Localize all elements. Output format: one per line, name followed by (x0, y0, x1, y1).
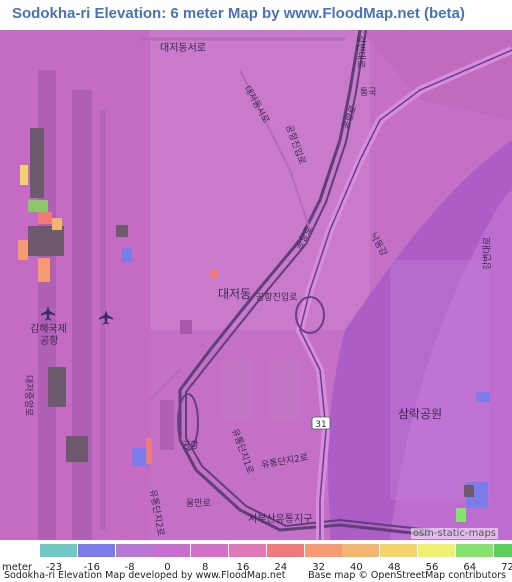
park-label: 삼락공원 (398, 407, 442, 421)
elevation-block (132, 448, 148, 466)
elevation-block (66, 436, 88, 462)
elevation-block (18, 240, 28, 260)
airport-label: 공항 (182, 440, 199, 451)
street-label: 울만로 (186, 498, 211, 509)
elevation-block (122, 248, 132, 262)
bridge-label: 통국 (360, 87, 377, 98)
building (270, 360, 300, 420)
legend-swatch (40, 544, 77, 557)
elevation-block (456, 508, 466, 522)
building (222, 360, 252, 420)
airport-label: 김해국제 (30, 322, 67, 335)
legend-swatch (304, 544, 342, 557)
elevation-block (52, 218, 62, 230)
elevation-block (38, 258, 50, 282)
route-number: 31 (315, 420, 326, 430)
elevation-block (146, 438, 152, 464)
legend-swatch (153, 544, 191, 557)
elevation-map[interactable]: 31 대저동서로 대저동서로 공항진입로 강변대로 통국 공항로 김해국제 공항… (0, 30, 512, 540)
map-canvas[interactable]: 31 대저동서로 대저동서로 공항진입로 강변대로 통국 공항로 김해국제 공항… (0, 30, 512, 540)
street-label: 대저중앙로 (23, 375, 35, 416)
map-attribution: osm-static-maps (410, 528, 498, 539)
runway-right (72, 90, 92, 540)
title-bar: Sodokha-ri Elevation: 6 meter Map by www… (0, 0, 512, 30)
elevation-block (28, 200, 48, 212)
legend-swatch (493, 544, 512, 557)
street-label: 강변대로 (355, 35, 366, 68)
legend-swatch (342, 544, 380, 557)
building (180, 320, 192, 334)
elevation-block (38, 212, 52, 224)
legend-swatch (266, 544, 304, 557)
elevation-block (476, 392, 490, 402)
legend-swatch (229, 544, 266, 557)
elevation-block (28, 226, 64, 256)
elevation-block (48, 367, 66, 407)
farmland-area (150, 30, 370, 330)
district-label: 서부산유통지구 (248, 513, 312, 525)
elevation-block (30, 128, 44, 198)
street-label: 공항진입로 (256, 291, 297, 303)
park-area (390, 260, 490, 500)
airport-label: 공항 (40, 335, 58, 347)
building (160, 400, 174, 450)
footer-attribution: Base map © OpenStreetMap contributors (308, 570, 506, 581)
footer: Sodokha-ri Elevation Map developed by ww… (0, 570, 512, 582)
street-label: 대저동서로 (160, 42, 206, 54)
elevation-block (210, 270, 218, 278)
legend-swatch (191, 544, 229, 557)
page-title: Sodokha-ri Elevation: 6 meter Map by www… (12, 5, 465, 22)
legend-swatch (418, 544, 455, 557)
legend-swatch (455, 544, 493, 557)
street-label: 강변대로 (482, 237, 493, 270)
legend-swatch (115, 544, 153, 557)
district-label: 대저동 (218, 287, 251, 301)
elevation-legend: -23 -16 -8 0 8 16 24 32 40 48 56 64 72 meter (0, 540, 512, 573)
elevation-block (116, 225, 128, 237)
elevation-block (464, 485, 474, 497)
elevation-block (20, 165, 28, 185)
legend-swatch (77, 544, 115, 557)
legend-swatch (380, 544, 418, 557)
footer-credit: Sodokha-ri Elevation Map developed by ww… (4, 570, 286, 581)
